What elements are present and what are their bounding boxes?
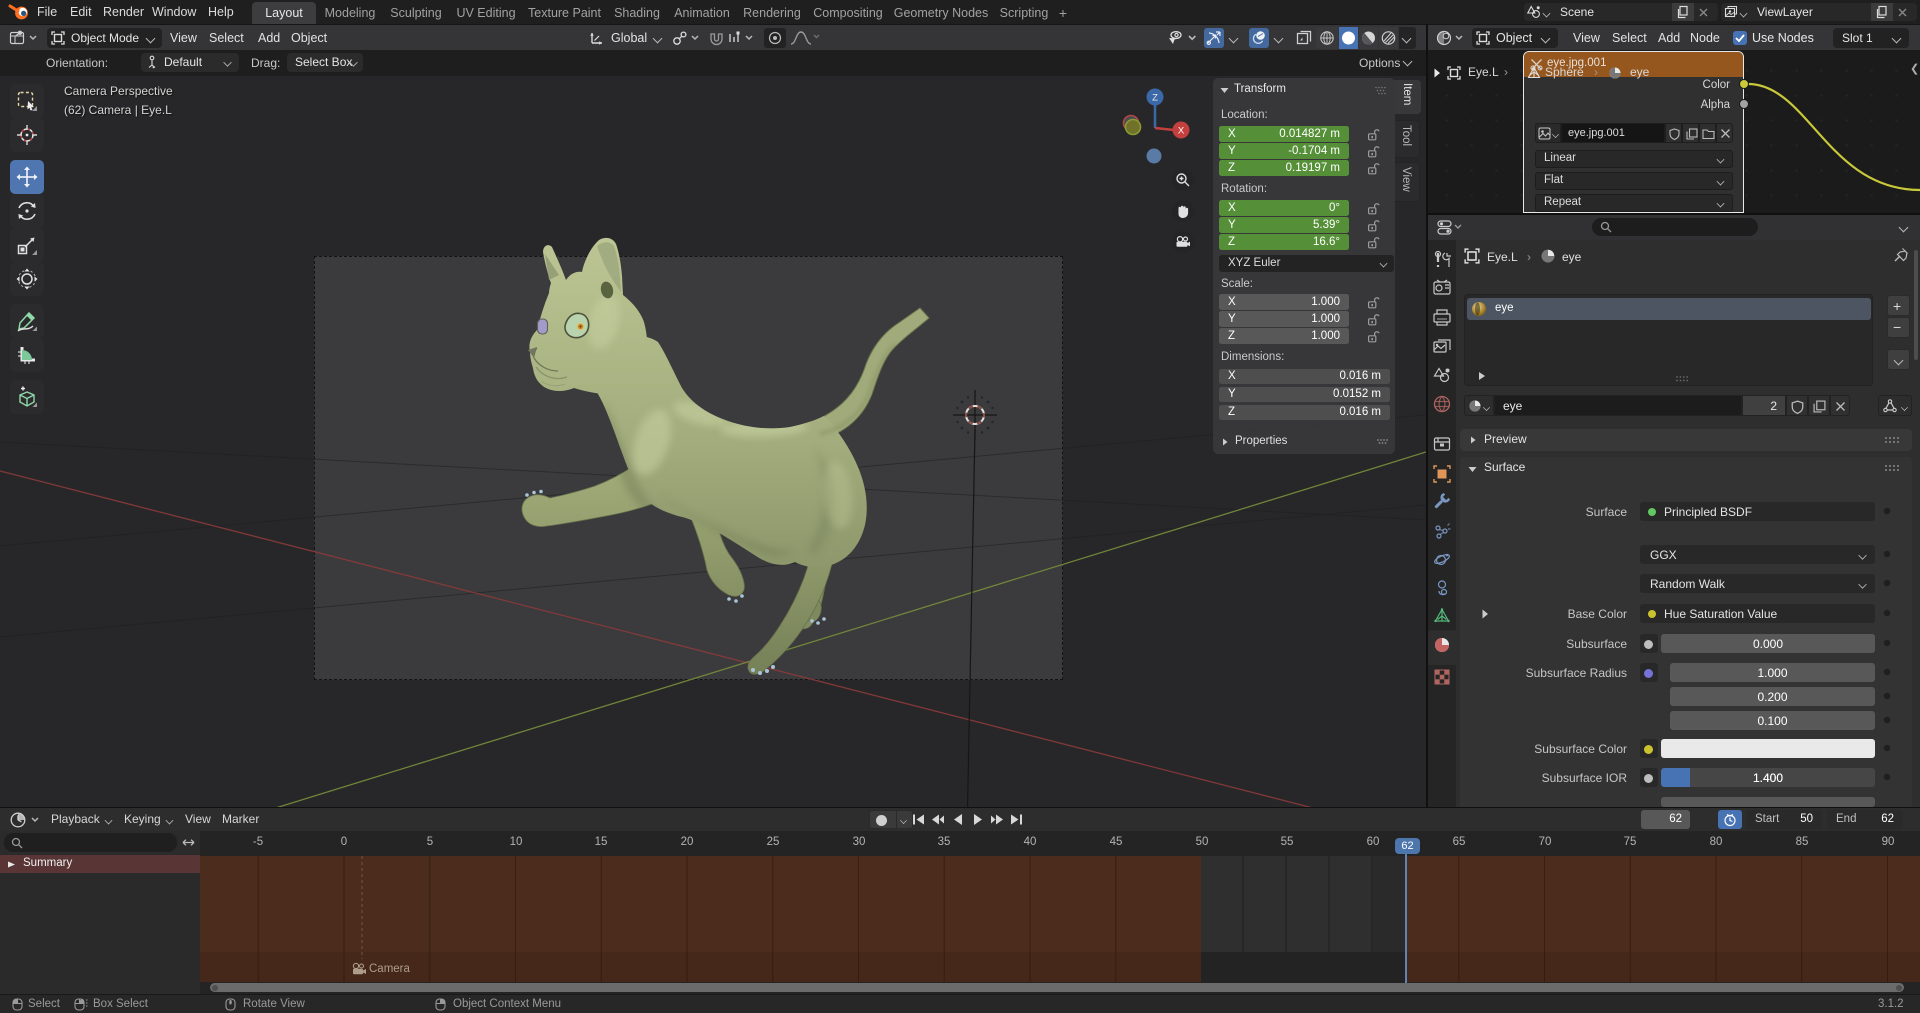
svg-text:X: X (1178, 126, 1185, 137)
svg-text:Z: Z (1152, 93, 1158, 104)
